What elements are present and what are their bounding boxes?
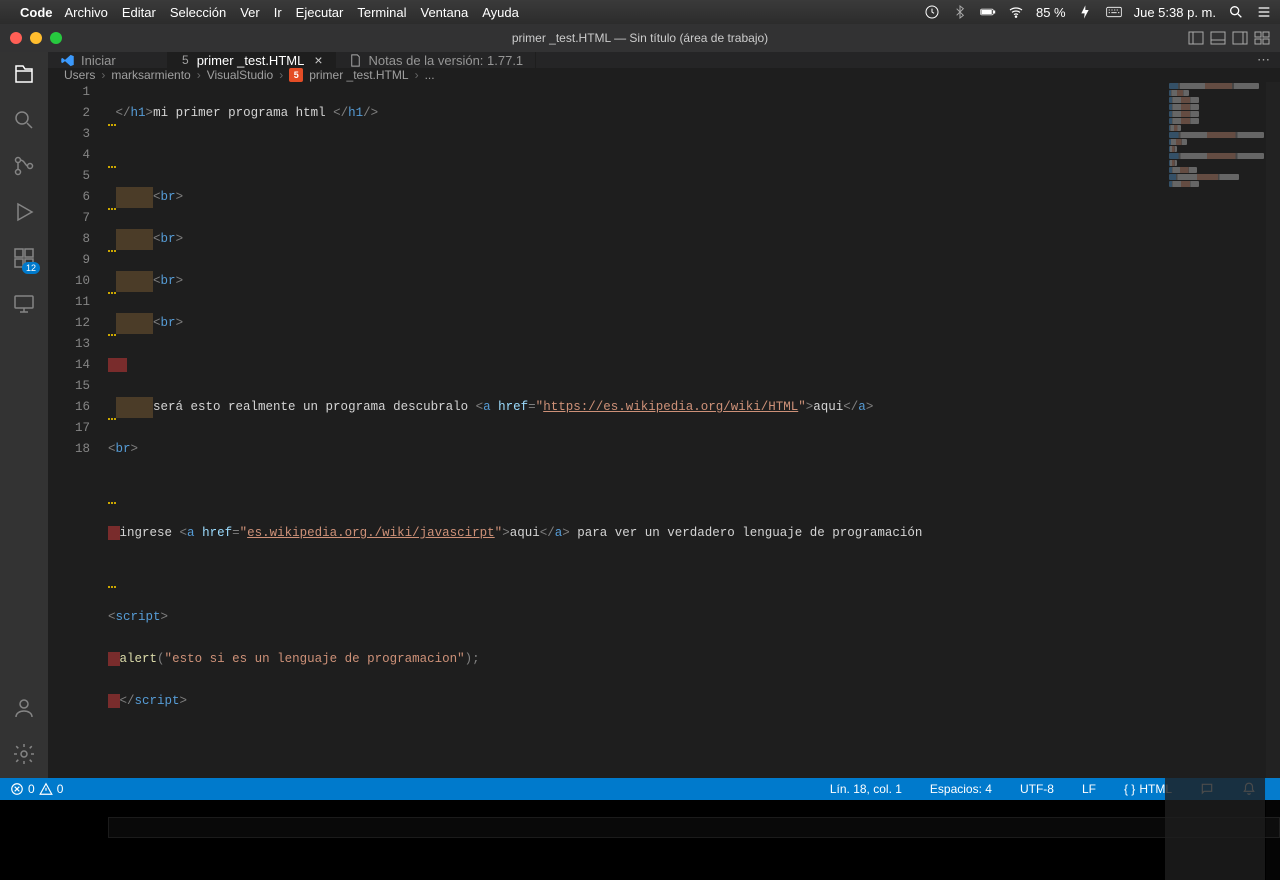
code-content[interactable]: </h1>mi primer programa html </h1/> <br>… — [108, 82, 1280, 880]
breadcrumb-segment[interactable]: Users — [64, 68, 95, 82]
toggle-secondary-icon[interactable] — [1232, 30, 1248, 46]
tab-label: primer _test.HTML — [197, 53, 305, 68]
search-icon[interactable] — [10, 106, 38, 134]
code-editor[interactable]: 123456789101112131415161718 </h1>mi prim… — [48, 82, 1280, 880]
source-control-icon[interactable] — [10, 152, 38, 180]
toggle-sidebar-icon[interactable] — [1188, 30, 1204, 46]
vscode-icon — [60, 53, 75, 68]
menu-seleccion[interactable]: Selección — [170, 5, 226, 20]
spotlight-icon[interactable] — [1228, 4, 1244, 20]
explorer-icon[interactable] — [10, 60, 38, 88]
wifi-icon[interactable] — [1008, 4, 1024, 20]
window-titlebar: primer _test.HTML — Sin título (área de … — [0, 24, 1280, 52]
breadcrumb-segment[interactable]: VisualStudio — [207, 68, 274, 82]
minimize-window-button[interactable] — [30, 32, 42, 44]
toggle-panel-icon[interactable] — [1210, 30, 1226, 46]
extensions-icon[interactable]: 12 — [10, 244, 38, 272]
breadcrumb-tail[interactable]: ... — [425, 68, 435, 82]
tab-label: Iniciar — [81, 53, 116, 68]
control-center-icon[interactable] — [1256, 4, 1272, 20]
more-actions-icon[interactable]: ⋯ — [1257, 52, 1270, 68]
menu-terminal[interactable]: Terminal — [357, 5, 406, 20]
menu-ayuda[interactable]: Ayuda — [482, 5, 519, 20]
vertical-scrollbar[interactable] — [1266, 82, 1280, 880]
clock[interactable]: Jue 5:38 p. m. — [1134, 5, 1216, 20]
accounts-icon[interactable] — [10, 694, 38, 722]
line-number-gutter: 123456789101112131415161718 — [48, 82, 108, 880]
minimap[interactable] — [1165, 82, 1265, 880]
battery-percent: 85 % — [1036, 5, 1066, 20]
menu-archivo[interactable]: Archivo — [65, 5, 108, 20]
html5-icon: 5 — [180, 53, 191, 67]
doc-icon — [348, 53, 363, 68]
breadcrumb[interactable]: Users› marksarmiento› VisualStudio› 5 pr… — [48, 68, 1280, 82]
breadcrumb-file[interactable]: primer _test.HTML — [309, 68, 408, 82]
app-name[interactable]: Code — [20, 5, 53, 20]
menu-ejecutar[interactable]: Ejecutar — [296, 5, 344, 20]
remote-explorer-icon[interactable] — [10, 290, 38, 318]
battery-icon[interactable] — [980, 4, 996, 20]
extensions-badge: 12 — [22, 262, 40, 274]
charging-icon — [1078, 4, 1094, 20]
window-title: primer _test.HTML — Sin título (área de … — [512, 31, 768, 45]
menu-editar[interactable]: Editar — [122, 5, 156, 20]
close-window-button[interactable] — [10, 32, 22, 44]
tab-iniciar[interactable]: Iniciar — [48, 52, 168, 68]
breadcrumb-segment[interactable]: marksarmiento — [111, 68, 190, 82]
maximize-window-button[interactable] — [50, 32, 62, 44]
macos-menubar: Code Archivo Editar Selección Ver Ir Eje… — [0, 0, 1280, 24]
close-tab-button[interactable]: × — [314, 52, 322, 68]
settings-gear-icon[interactable] — [10, 740, 38, 768]
bluetooth-icon[interactable] — [952, 4, 968, 20]
keyboard-icon[interactable] — [1106, 4, 1122, 20]
editor-area: Iniciar 5 primer _test.HTML × Notas de l… — [48, 52, 1280, 778]
window-controls — [10, 32, 62, 44]
editor-tabs: Iniciar 5 primer _test.HTML × Notas de l… — [48, 52, 1280, 68]
menu-ir[interactable]: Ir — [274, 5, 282, 20]
customize-layout-icon[interactable] — [1254, 30, 1270, 46]
tab-release-notes[interactable]: Notas de la versión: 1.77.1 — [336, 52, 537, 68]
tab-primer-test[interactable]: 5 primer _test.HTML × — [168, 52, 336, 68]
html5-icon: 5 — [289, 68, 303, 82]
tab-label: Notas de la versión: 1.77.1 — [369, 53, 524, 68]
menu-ventana[interactable]: Ventana — [421, 5, 469, 20]
run-debug-icon[interactable] — [10, 198, 38, 226]
menu-ver[interactable]: Ver — [240, 5, 260, 20]
activity-bar: 12 — [0, 52, 48, 778]
time-machine-icon[interactable] — [924, 4, 940, 20]
